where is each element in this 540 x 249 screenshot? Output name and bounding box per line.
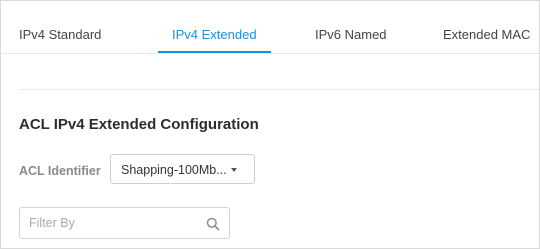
acl-identifier-label: ACL Identifier <box>19 164 101 178</box>
filter-box <box>19 207 230 239</box>
section-divider <box>19 89 539 90</box>
tab-bar: IPv4 Standard IPv4 Extended IPv6 Named E… <box>1 1 539 54</box>
active-tab-indicator <box>158 51 271 53</box>
section-title: ACL IPv4 Extended Configuration <box>19 116 259 133</box>
search-icon[interactable] <box>206 217 220 231</box>
tab-ipv6-named[interactable]: IPv6 Named <box>315 27 387 42</box>
tab-ipv4-standard[interactable]: IPv4 Standard <box>19 27 101 42</box>
acl-identifier-select[interactable]: Shapping-100Mb... <box>110 154 255 184</box>
acl-identifier-value: Shapping-100Mb... <box>121 163 227 177</box>
tab-ipv4-extended[interactable]: IPv4 Extended <box>172 27 257 42</box>
filter-input[interactable] <box>20 208 200 238</box>
acl-config-panel: IPv4 Standard IPv4 Extended IPv6 Named E… <box>0 0 540 249</box>
caret-down-icon <box>231 168 237 172</box>
tab-extended-mac[interactable]: Extended MAC <box>443 27 530 42</box>
